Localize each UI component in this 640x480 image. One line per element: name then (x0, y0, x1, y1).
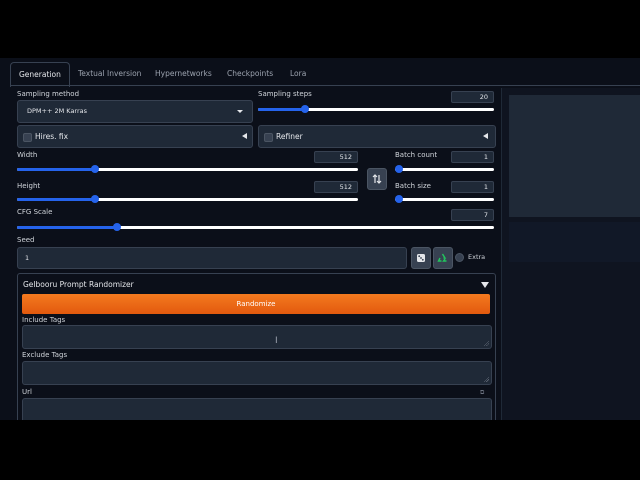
batch-count-input[interactable]: 1 (451, 151, 494, 163)
sampling-steps-label: Sampling steps (258, 90, 312, 98)
sampling-steps-input[interactable]: 20 (451, 91, 494, 103)
random-seed-button[interactable] (411, 247, 431, 269)
randomize-button[interactable]: Randomize (22, 294, 490, 314)
batch-count-label: Batch count (395, 151, 438, 159)
collapse-arrow-icon[interactable] (481, 282, 489, 288)
exclude-tags-label: Exclude Tags (22, 351, 68, 359)
app-window: Generation Textual Inversion Hypernetwor… (0, 58, 640, 420)
sampling-method-value: DPM++ 2M Karras (27, 107, 88, 115)
include-tags-label: Include Tags (22, 316, 66, 324)
tab-textual-inversion[interactable]: Textual Inversion (70, 62, 149, 86)
width-slider[interactable] (17, 164, 358, 174)
swap-dimensions-button[interactable] (367, 168, 387, 190)
swap-icon (372, 174, 382, 184)
chevron-down-icon (237, 110, 243, 113)
tab-generation[interactable]: Generation (10, 62, 70, 87)
tab-bar: Generation Textual Inversion Hypernetwor… (10, 58, 640, 88)
dice-icon (417, 254, 425, 262)
hires-fix-accordion[interactable]: Hires. fix (17, 125, 253, 148)
tab-hypernetworks[interactable]: Hypernetworks (147, 62, 220, 86)
hires-fix-checkbox[interactable] (23, 133, 32, 142)
batch-size-slider[interactable] (395, 194, 494, 204)
hires-fix-label: Hires. fix (35, 132, 69, 141)
width-label: Width (17, 151, 38, 159)
refiner-accordion[interactable]: Refiner (258, 125, 496, 148)
batch-size-label: Batch size (395, 182, 431, 190)
gallery-strip (509, 222, 640, 262)
sampling-method-dropdown[interactable]: DPM++ 2M Karras (17, 100, 253, 123)
collapse-arrow-icon (242, 133, 247, 139)
sampling-method-label: Sampling method (17, 90, 80, 98)
exclude-tags-input[interactable] (22, 361, 492, 385)
url-input[interactable] (22, 398, 492, 420)
resize-handle-icon[interactable] (483, 340, 489, 346)
width-input[interactable]: 512 (314, 151, 358, 163)
seed-label: Seed (17, 236, 35, 244)
image-preview (509, 95, 640, 217)
copy-icon[interactable]: ⧉ (480, 389, 484, 397)
cfg-scale-label: CFG Scale (17, 208, 53, 216)
reuse-seed-button[interactable] (433, 247, 453, 269)
height-input[interactable]: 512 (314, 181, 358, 193)
url-label: Url (22, 388, 32, 396)
collapse-arrow-icon (483, 133, 488, 139)
height-label: Height (17, 182, 41, 190)
refiner-label: Refiner (276, 132, 303, 141)
extra-checkbox[interactable] (455, 253, 464, 262)
text-cursor-icon: I (275, 336, 278, 346)
batch-size-input[interactable]: 1 (451, 181, 494, 193)
refiner-checkbox[interactable] (264, 133, 273, 142)
seed-input[interactable]: 1 (17, 247, 407, 269)
tab-lora[interactable]: Lora (282, 62, 314, 86)
sampling-steps-slider[interactable] (258, 104, 494, 114)
resize-handle-icon[interactable] (483, 376, 489, 382)
extra-label: Extra (468, 253, 486, 261)
randomizer-title: Gelbooru Prompt Randomizer (23, 280, 134, 289)
tab-divider (10, 85, 640, 86)
cfg-scale-slider[interactable] (17, 222, 494, 232)
cfg-scale-input[interactable]: 7 (451, 209, 494, 221)
seed-value: 1 (25, 254, 30, 262)
recycle-icon (437, 253, 447, 262)
include-tags-input[interactable] (22, 325, 492, 349)
batch-count-slider[interactable] (395, 164, 494, 174)
tab-checkpoints[interactable]: Checkpoints (219, 62, 281, 86)
height-slider[interactable] (17, 194, 358, 204)
